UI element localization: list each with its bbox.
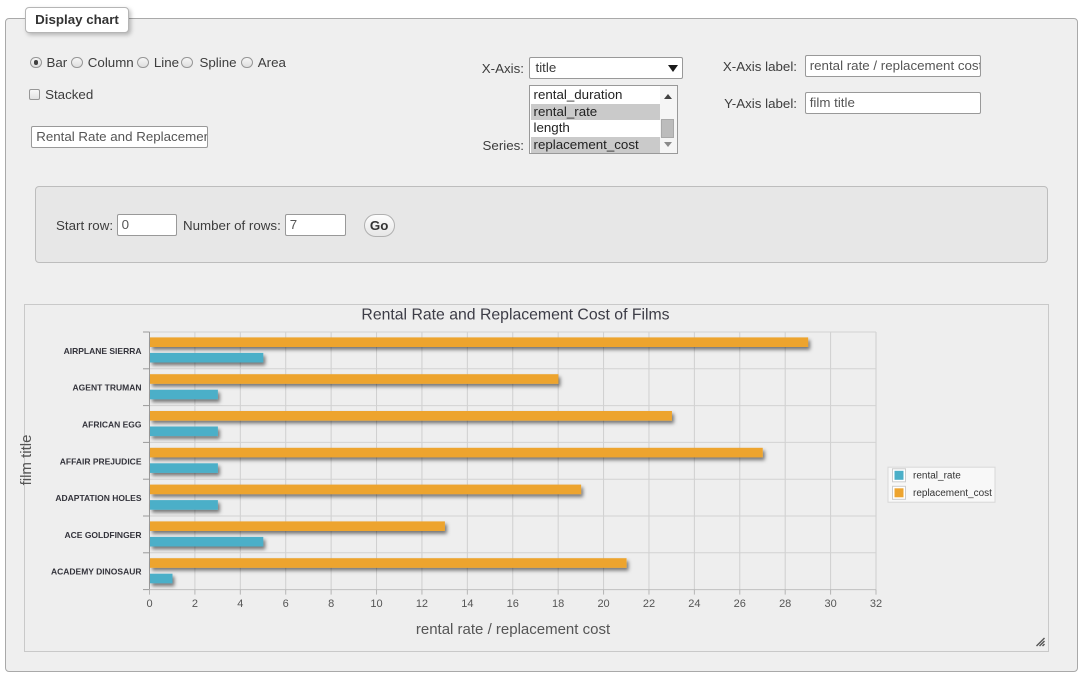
svg-text:ADAPTATION HOLES: ADAPTATION HOLES bbox=[55, 493, 141, 503]
svg-text:8: 8 bbox=[328, 598, 334, 610]
svg-text:32: 32 bbox=[870, 598, 882, 610]
svg-text:30: 30 bbox=[824, 598, 836, 610]
svg-text:28: 28 bbox=[779, 598, 791, 610]
svg-text:ACADEMY DINOSAUR: ACADEMY DINOSAUR bbox=[51, 567, 142, 577]
svg-text:12: 12 bbox=[416, 598, 428, 610]
svg-text:2: 2 bbox=[192, 598, 198, 610]
svg-text:rental rate / replacement cost: rental rate / replacement cost bbox=[416, 621, 611, 638]
svg-text:16: 16 bbox=[507, 598, 519, 610]
svg-text:AGENT TRUMAN: AGENT TRUMAN bbox=[73, 383, 142, 393]
svg-text:AIRPLANE SIERRA: AIRPLANE SIERRA bbox=[64, 346, 142, 356]
svg-text:rental_rate: rental_rate bbox=[913, 470, 961, 481]
svg-text:replacement_cost: replacement_cost bbox=[913, 488, 992, 499]
svg-text:6: 6 bbox=[283, 598, 289, 610]
svg-text:AFRICAN EGG: AFRICAN EGG bbox=[82, 420, 142, 430]
svg-text:24: 24 bbox=[688, 598, 700, 610]
svg-text:18: 18 bbox=[552, 598, 564, 610]
svg-text:AFFAIR PREJUDICE: AFFAIR PREJUDICE bbox=[60, 456, 142, 466]
svg-text:26: 26 bbox=[734, 598, 746, 610]
svg-text:20: 20 bbox=[597, 598, 609, 610]
svg-text:0: 0 bbox=[146, 598, 152, 610]
svg-text:ACE GOLDFINGER: ACE GOLDFINGER bbox=[65, 530, 142, 540]
svg-text:10: 10 bbox=[370, 598, 382, 610]
svg-text:22: 22 bbox=[643, 598, 655, 610]
svg-text:4: 4 bbox=[237, 598, 243, 610]
svg-text:film title: film title bbox=[18, 435, 35, 486]
svg-text:14: 14 bbox=[461, 598, 473, 610]
svg-text:Rental Rate and Replacement Co: Rental Rate and Replacement Cost of Film… bbox=[361, 307, 669, 324]
